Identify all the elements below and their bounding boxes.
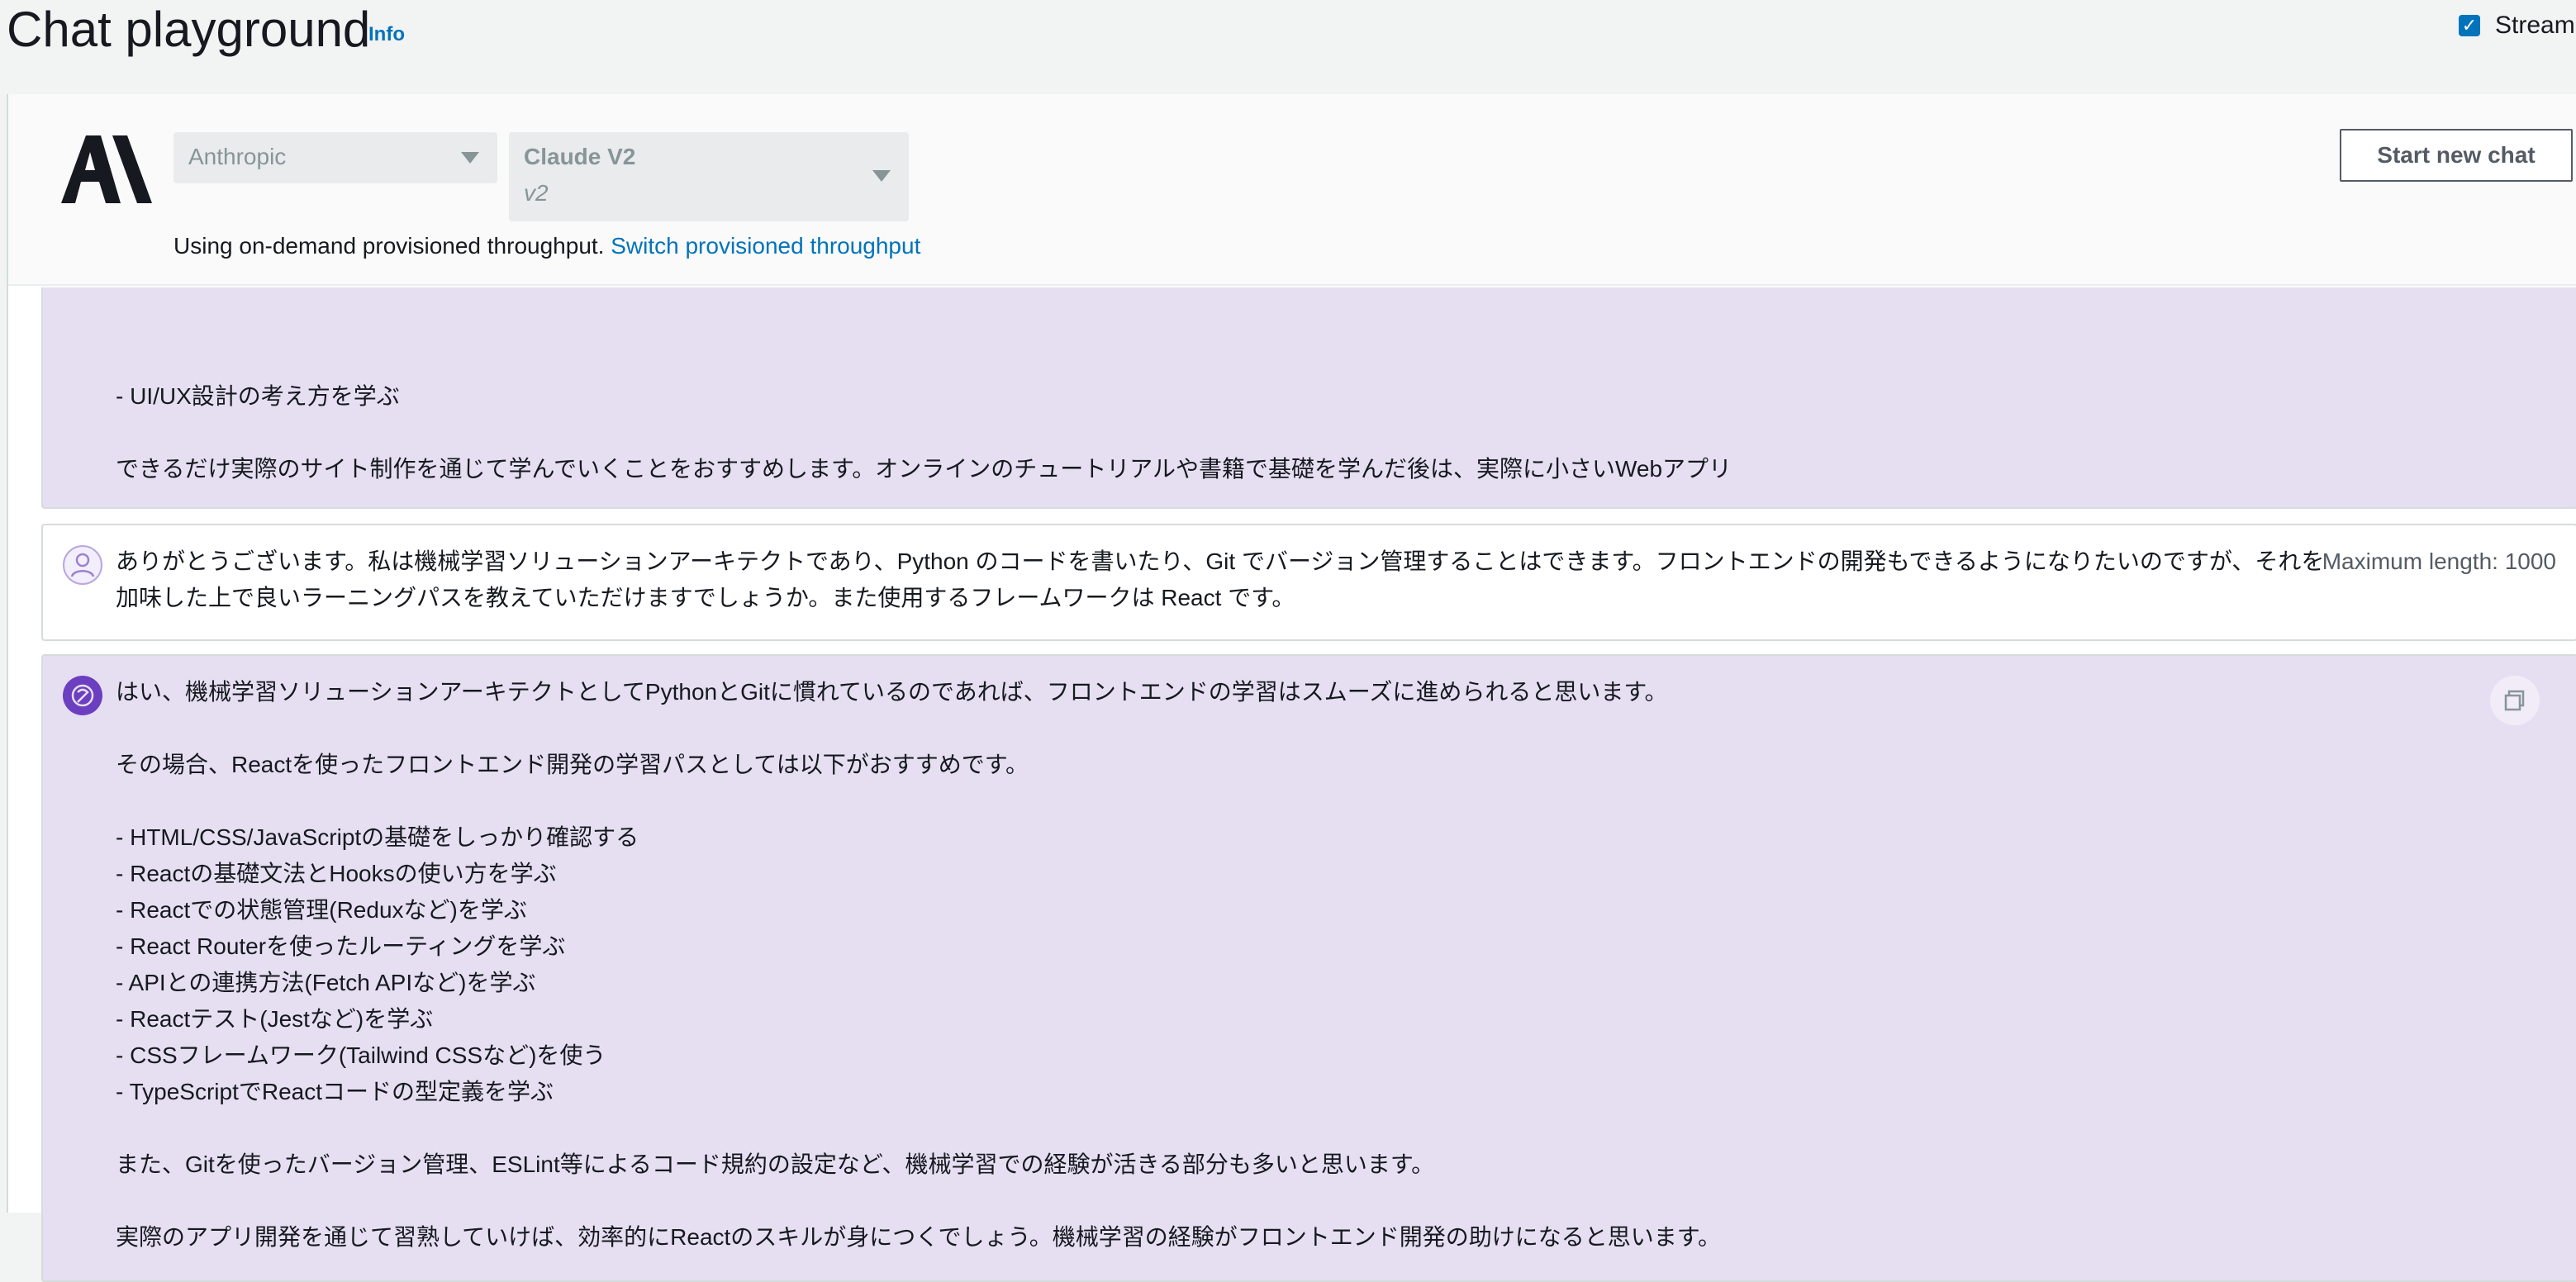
message-line: その場合、Reactを使ったフロントエンド開発の学習パスとしては以下がおすすめで… [116, 752, 1029, 777]
message-line: - HTML/CSS/JavaScriptの基礎をしっかり確認する [116, 824, 639, 850]
message-line [116, 1183, 1721, 1219]
streaming-toggle[interactable]: ✓ Streaming [2459, 12, 2576, 40]
message-line: また、Gitを使ったバージョン管理、ESLint等によるコード規約の設定など、機… [116, 1151, 1435, 1177]
max-length-label: Maximum length: 1000 [2322, 548, 2556, 574]
message-text: はい、機械学習ソリューションアーキテクトとしてPythonとGitに慣れているの… [116, 674, 1721, 1256]
switch-throughput-link[interactable]: Switch provisioned throughput [611, 233, 920, 259]
user-message: ありがとうございます。私は機械学習ソリューションアーキテクトであり、Python… [41, 524, 2576, 641]
provider-select[interactable]: Anthropic [173, 132, 497, 183]
model-version: v2 [524, 180, 549, 206]
page-title: Chat playground [7, 2, 371, 57]
info-link[interactable]: Info [368, 23, 405, 46]
message-line: - Reactの基礎文法とHooksの使い方を学ぶ [116, 861, 557, 886]
message-line: はい、機械学習ソリューションアーキテクトとしてPythonとGitに慣れているの… [116, 679, 1668, 705]
anthropic-logo-icon [61, 135, 152, 203]
model-select[interactable]: Claude V2 v2 [509, 132, 909, 221]
message-line [116, 1110, 1721, 1147]
assistant-message: - UI/UX設計の考え方を学ぶ できるだけ実際のサイト制作を通じて学んでいくこ… [41, 287, 2576, 509]
message-text: - UI/UX設計の考え方を学ぶ できるだけ実際のサイト制作を通じて学んでいくこ… [116, 378, 1732, 487]
assistant-avatar-icon [63, 676, 102, 715]
model-value: Claude V2 [524, 144, 636, 169]
copy-button[interactable] [2490, 676, 2540, 725]
chevron-down-icon [461, 152, 479, 164]
message-line [116, 710, 1721, 747]
model-selector-panel: Anthropic Claude V2 v2 Using on-demand p… [8, 94, 2576, 286]
message-line: - React Routerを使ったルーティングを学ぶ [116, 933, 566, 959]
streaming-checkbox[interactable]: ✓ [2459, 15, 2480, 36]
chevron-down-icon [872, 170, 891, 182]
throughput-info: Using on-demand provisioned throughput. … [173, 233, 920, 259]
message-line: 実際のアプリ開発を通じて習熟していけば、効率的にReactのスキルが身につくでし… [116, 1224, 1721, 1250]
message-line: できるだけ実際のサイト制作を通じて学んでいくことをおすすめします。オンラインのチ… [116, 456, 1732, 482]
page-header: Chat playground Info ✓ Streaming [0, 0, 2576, 93]
throughput-text: Using on-demand provisioned throughput. [173, 233, 605, 259]
message-line: ありがとうございます。私は機械学習ソリューションアーキテクトであり、Python… [116, 548, 2325, 610]
streaming-label: Streaming [2495, 12, 2576, 39]
copy-icon [2504, 690, 2525, 711]
message-line: - APIとの連携方法(Fetch APIなど)を学ぶ [116, 970, 536, 995]
message-line: - TypeScriptでReactコードの型定義を学ぶ [116, 1079, 554, 1104]
chat-container: Anthropic Claude V2 v2 Using on-demand p… [7, 94, 2576, 1282]
message-text: ありがとうございます。私は機械学習ソリューションアーキテクトであり、Python… [116, 544, 2346, 610]
provider-value: Anthropic [188, 144, 287, 169]
message-line: - Reactでの状態管理(Reduxなど)を学ぶ [116, 897, 527, 923]
user-avatar-icon [63, 545, 102, 585]
assistant-message: はい、機械学習ソリューションアーキテクトとしてPythonとGitに慣れているの… [41, 654, 2576, 1282]
message-line: - CSSフレームワーク(Tailwind CSSなど)を使う [116, 1042, 606, 1068]
message-line [116, 415, 1732, 451]
message-line: - Reactテスト(Jestなど)を学ぶ [116, 1006, 434, 1032]
message-line [116, 783, 1721, 819]
start-new-chat-button[interactable]: Start new chat [2340, 129, 2573, 182]
message-line: - UI/UX設計の考え方を学ぶ [116, 383, 400, 409]
